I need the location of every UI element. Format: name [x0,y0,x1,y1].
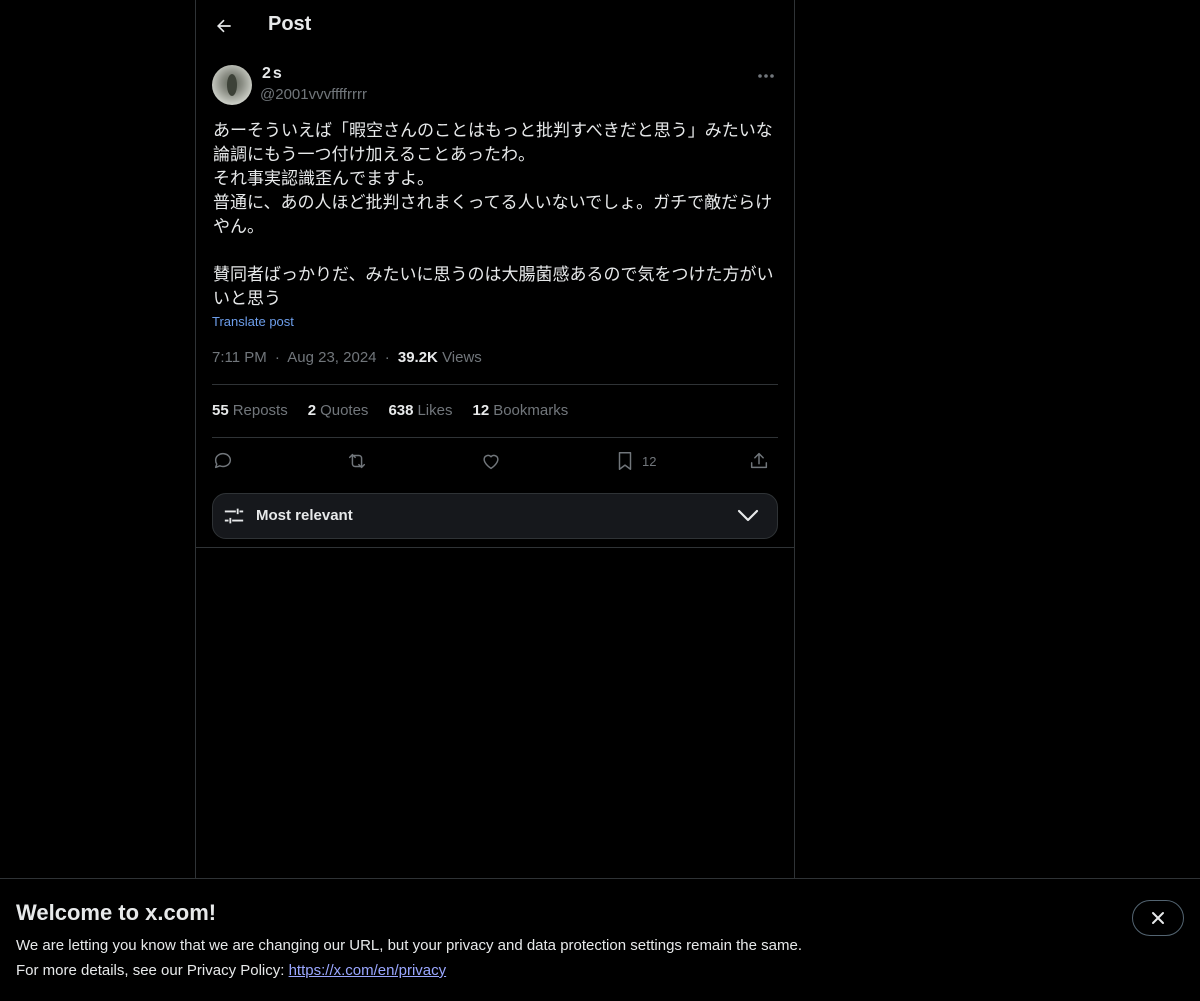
welcome-banner: Welcome to x.com! We are letting you kno… [0,878,1200,1001]
heart-icon [483,454,499,470]
divider [212,437,778,438]
divider [196,547,794,548]
like-button[interactable] [480,449,502,473]
views-count: 39.2K [397,349,438,366]
main-column: Post 2s @2001vvvffffrrrr あーそういえば「暇空さんのこと… [195,0,795,878]
stat-bookmarks[interactable]: 12 Bookmarks [473,402,569,419]
reply-sort-dropdown[interactable]: Most relevant [212,493,778,539]
meta-separator: · [384,349,390,366]
action-bar: 12 [212,449,778,475]
engagement-stats: 55 Reposts 2 Quotes 638 Likes 12 Bookmarks [212,402,568,419]
sort-label: Most relevant [256,507,353,524]
repost-icon [348,453,366,469]
close-icon [1152,912,1164,924]
chevron-down-icon [737,509,759,522]
avatar[interactable] [212,65,252,105]
page-header: Post [196,0,794,54]
bookmark-icon [618,452,632,470]
stat-likes[interactable]: 638 Likes [388,402,452,419]
banner-policy-line: For more details, see our Privacy Policy… [16,962,447,979]
repost-button[interactable] [346,449,368,473]
bookmark-count: 12 [642,453,657,469]
more-options-button[interactable] [754,65,778,87]
more-horizontal-icon [758,74,774,78]
close-banner-button[interactable] [1132,900,1184,936]
reply-icon [214,452,232,469]
bookmark-button[interactable]: 12 [614,449,656,473]
sliders-icon [224,508,244,524]
author-block: 2s @2001vvvffffrrrr [212,65,778,107]
tweet-meta: 7:11 PM · Aug 23, 2024 · 39.2K Views [212,349,482,366]
divider [212,384,778,385]
author-display-name[interactable]: 2s [262,65,284,83]
privacy-policy-link[interactable]: https://x.com/en/privacy [289,962,447,979]
tweet-time[interactable]: 7:11 PM [212,349,267,366]
back-button[interactable] [208,10,240,42]
translate-post-link[interactable]: Translate post [212,314,294,329]
views-label: Views [442,349,482,366]
banner-title: Welcome to x.com! [16,900,217,925]
banner-message: We are letting you know that we are chan… [16,937,802,954]
meta-separator: · [274,349,280,366]
page-title: Post [268,13,312,35]
stat-quotes[interactable]: 2 Quotes [308,402,369,419]
reply-button[interactable] [212,449,234,473]
arrow-left-icon [217,19,231,33]
share-icon [750,452,768,469]
stat-reposts[interactable]: 55 Reposts [212,402,288,419]
author-handle[interactable]: @2001vvvffffrrrr [260,86,367,103]
tweet-date[interactable]: Aug 23, 2024 [287,349,376,366]
tweet-text: あーそういえば「暇空さんのことはもっと批判すべきだと思う」みたいな 論調にもう一… [213,121,774,309]
share-button[interactable] [748,449,770,473]
